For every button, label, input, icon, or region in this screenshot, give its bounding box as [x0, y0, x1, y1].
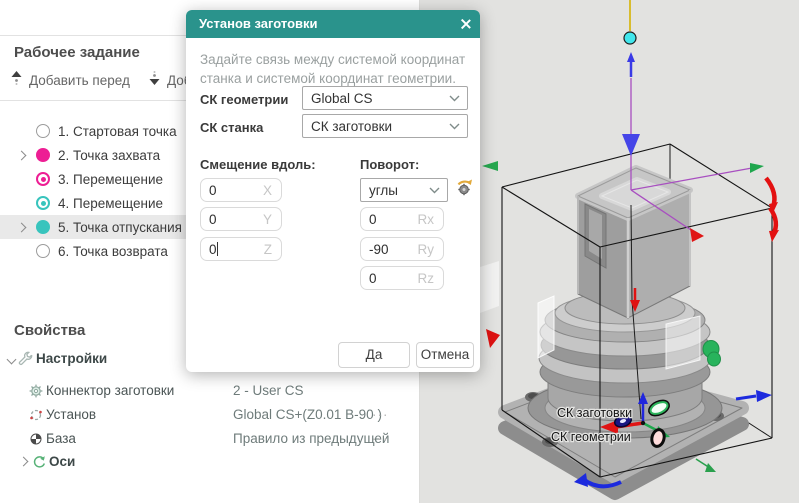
axes-rotate-icon [31, 454, 47, 470]
task-item-label: 2. Точка захвата [58, 148, 160, 163]
property-label: База [46, 431, 76, 446]
property-row-connector: Коннектор заготовки 2 - User CS [0, 380, 420, 402]
task-item-label: 1. Стартовая точка [58, 124, 177, 139]
green-arrow-handle [750, 163, 764, 173]
offset-x-axis-label: X [263, 183, 281, 198]
dialog-title[interactable]: Установ заготовки [186, 10, 480, 38]
settings-group-label: Настройки [36, 351, 107, 366]
expand-chevron-icon[interactable] [17, 150, 27, 160]
app-window: СК заготовки СК геометрии Рабочее задани… [0, 0, 799, 503]
chevron-down-icon [449, 89, 460, 107]
rotation-section-title: Поворот: [360, 157, 419, 172]
offset-z-axis-label: Z [264, 242, 281, 257]
rotate-tool-icon[interactable] [455, 178, 474, 197]
close-icon[interactable] [459, 18, 471, 30]
property-row-setup: Установ Global CS+(Z0.01 B-90 ) ··· [0, 404, 420, 426]
rotation-rx-value: 0 [361, 212, 418, 227]
rotation-ry-input[interactable]: -90 Ry [360, 237, 444, 261]
offset-y-axis-label: Y [263, 212, 281, 227]
add-before-button[interactable]: Добавить перед [10, 68, 130, 92]
more-button[interactable]: ··· [372, 431, 389, 446]
offset-section-title: Смещение вдоль: [200, 157, 316, 172]
green-arrow-bottom-handle[interactable] [696, 459, 716, 472]
property-label: Коннектор заготовки [46, 383, 174, 398]
work-task-title: Рабочее задание [14, 44, 140, 61]
chevron-down-icon [449, 117, 460, 135]
offset-x-value: 0 [201, 183, 263, 198]
task-item-label: 6. Точка возврата [58, 244, 168, 259]
cs-workpiece-label: СК заготовки [557, 406, 632, 420]
expand-chevron-icon[interactable] [17, 222, 27, 232]
machine-cs-select[interactable]: СК заготовки [302, 114, 468, 138]
machine-cs-label: СК станка [200, 120, 263, 135]
rotation-rx-input[interactable]: 0 Rx [360, 207, 444, 231]
axis-node-handle[interactable] [624, 32, 636, 44]
geometry-cs-value: Global CS [303, 91, 449, 106]
property-value[interactable]: Global CS+(Z0.01 B-90 ) [233, 407, 382, 422]
datum-icon [28, 431, 44, 447]
rotation-rx-axis-label: Rx [418, 212, 444, 227]
rotation-ry-axis-label: Ry [418, 242, 444, 257]
rotation-ry-value: -90 [361, 242, 418, 257]
more-button[interactable]: ··· [372, 407, 389, 422]
status-dot-ring-teal [36, 196, 50, 210]
workpiece-setup-dialog: Установ заготовки Задайте связь между си… [186, 10, 480, 372]
offset-z-input[interactable]: 0 Z [200, 237, 282, 261]
ok-button[interactable]: Да [338, 342, 410, 368]
status-dot-empty [36, 124, 50, 138]
axes-group-label: Оси [49, 454, 75, 469]
green-arrow-left-handle [482, 161, 498, 171]
status-dot-teal [36, 220, 50, 234]
properties-title: Свойства [14, 322, 85, 339]
blue-arrow-right-handle[interactable] [736, 390, 772, 402]
offset-y-input[interactable]: 0 Y [200, 207, 282, 231]
wrench-icon [18, 351, 34, 367]
rotate-cs-icon [28, 407, 44, 423]
text-caret [217, 242, 218, 256]
property-row-base: База Правило из предыдущей ··· [0, 428, 420, 450]
add-before-icon [10, 70, 23, 91]
gear-icon [28, 383, 44, 399]
task-item-label: 3. Перемещение [58, 172, 163, 187]
offset-y-value: 0 [201, 212, 263, 227]
property-value[interactable]: Правило из предыдущей [233, 431, 389, 446]
rotation-rz-value: 0 [361, 271, 418, 286]
red-arrow-left-handle[interactable] [486, 329, 500, 348]
add-after-icon [148, 70, 161, 91]
rotation-mode-value: углы [361, 183, 429, 198]
property-label: Установ [46, 407, 96, 422]
geometry-cs-select[interactable]: Global CS [302, 86, 468, 110]
chevron-down-icon [429, 181, 440, 199]
task-item-label: 5. Точка отпускания [58, 220, 182, 235]
chevron-right-icon[interactable] [19, 457, 29, 467]
offset-x-input[interactable]: 0 X [200, 178, 282, 202]
machine-cs-value: СК заготовки [303, 119, 449, 134]
red-arrow-handle [690, 228, 704, 242]
rotation-rz-axis-label: Rz [418, 271, 444, 286]
status-dot-ring-magenta [36, 172, 50, 186]
status-dot-magenta [36, 148, 50, 162]
property-value[interactable]: 2 - User CS [233, 383, 304, 398]
add-before-label: Добавить перед [29, 73, 130, 88]
geometry-cs-label: СК геометрии [200, 92, 288, 107]
rotation-mode-select[interactable]: углы [360, 178, 448, 202]
offset-z-value: 0 [201, 242, 217, 257]
task-item-label: 4. Перемещение [58, 196, 163, 211]
dialog-description: Задайте связь между системой координат с… [200, 50, 470, 88]
z-axis-arrow[interactable] [627, 52, 635, 77]
cancel-button[interactable]: Отмена [416, 342, 474, 368]
description-line1: Задайте связь между системой координат [200, 50, 470, 69]
axes-group-row[interactable]: Оси [0, 451, 420, 473]
chevron-down-icon[interactable] [7, 355, 17, 365]
status-dot-empty [36, 244, 50, 258]
cs-geometry-label: СК геометрии [551, 430, 631, 444]
rotation-rz-input[interactable]: 0 Rz [360, 266, 444, 290]
